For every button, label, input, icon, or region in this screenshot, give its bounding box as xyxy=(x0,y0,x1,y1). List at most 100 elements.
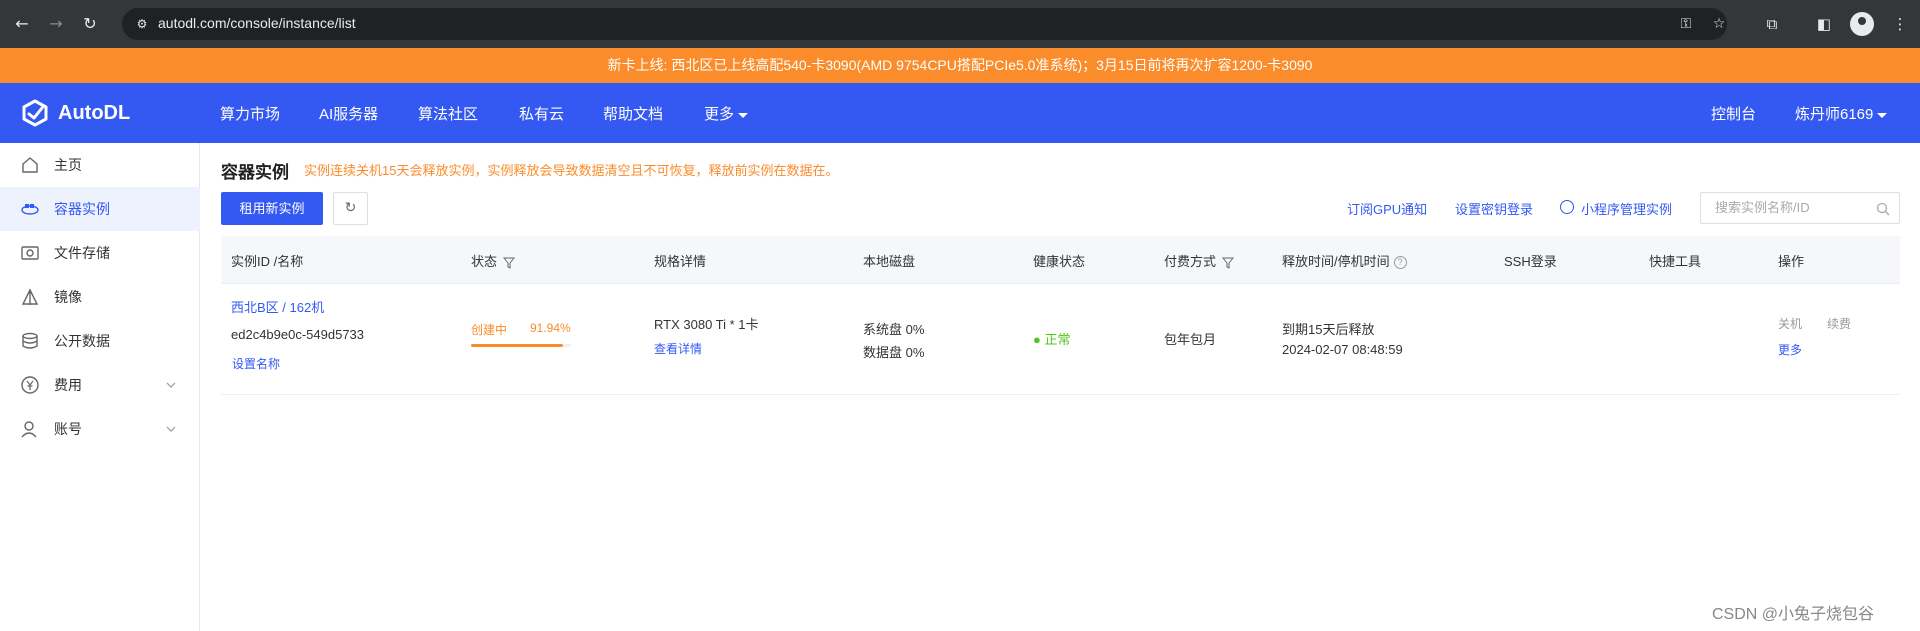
back-icon[interactable]: ← xyxy=(10,12,34,36)
sidebar-item-label: 文件存储 xyxy=(54,245,110,261)
username: 炼丹师6169 xyxy=(1795,106,1874,123)
search-input[interactable] xyxy=(1715,200,1875,215)
set-name-link[interactable]: 设置名称 xyxy=(232,355,280,372)
address-bar[interactable]: ⚙ autodl.com/console/instance/list ⚿ ☆ xyxy=(122,8,1727,40)
col-status-label: 状态 xyxy=(471,254,498,269)
col-billing-label: 付费方式 xyxy=(1164,254,1217,269)
site-info-icon[interactable]: ⚙ xyxy=(134,16,150,32)
mini-program-link[interactable]: 小程序管理实例 xyxy=(1581,199,1672,218)
col-disk: 本地磁盘 xyxy=(863,254,916,269)
disk-data: 数据盘 0% xyxy=(863,345,925,360)
col-release-time: 释放时间/停机时间? xyxy=(1282,251,1407,270)
database-icon xyxy=(22,332,38,349)
yen-icon xyxy=(21,376,39,394)
view-details-link[interactable]: 查看详情 xyxy=(654,340,702,357)
key-icon[interactable]: ⚿ xyxy=(1677,15,1695,33)
sidebar-item-public-data[interactable]: 公开数据 xyxy=(0,319,200,363)
image-icon xyxy=(21,289,39,305)
billing-method: 包年包月 xyxy=(1164,332,1217,347)
disk-system: 系统盘 0% xyxy=(863,322,925,337)
caret-down-icon xyxy=(1877,112,1888,118)
sidebar-item-container[interactable]: 容器实例 xyxy=(0,187,200,231)
nav-item-community[interactable]: 算法社区 xyxy=(418,103,478,124)
menu-kebab-icon[interactable]: ⋮ xyxy=(1888,12,1912,36)
table-header: 实例ID /名称 状态 规格详情 本地磁盘 健康状态 付费方式 释放时间/停机时… xyxy=(221,236,1900,284)
col-status: 状态 xyxy=(471,251,516,270)
refresh-icon: ↻ xyxy=(344,200,357,216)
filter-icon[interactable] xyxy=(503,257,516,269)
nav-item-market[interactable]: 算力市场 xyxy=(220,103,280,124)
brand-logo[interactable]: AutoDL xyxy=(20,98,130,128)
reload-icon[interactable]: ↻ xyxy=(78,12,102,36)
sidebar-item-label: 公开数据 xyxy=(54,333,110,349)
user-menu[interactable]: 炼丹师6169 xyxy=(1795,103,1888,124)
sidebar-item-storage[interactable]: 文件存储 xyxy=(0,231,200,275)
health-status: ● 正常 xyxy=(1033,332,1071,347)
sidebar-item-image[interactable]: 镜像 xyxy=(0,275,200,319)
release-warning: 实例连续关机15天会释放实例，实例释放会导致数据清空且不可恢复，释放前实例在数据… xyxy=(304,163,839,178)
shutdown-button[interactable]: 关机 xyxy=(1778,315,1802,332)
nav-item-ai-server[interactable]: AI服务器 xyxy=(319,103,378,124)
announcement-bar: 新卡上线: 西北区已上线高配540-卡3090(AMD 9754CPU搭配PCI… xyxy=(0,48,1920,83)
user-icon xyxy=(21,421,37,438)
autodl-logo-icon xyxy=(22,99,48,127)
refresh-button[interactable]: ↻ xyxy=(333,192,368,225)
col-spec: 规格详情 xyxy=(654,254,707,269)
col-actions: 操作 xyxy=(1778,254,1805,269)
nav-item-more[interactable]: 更多 xyxy=(704,103,749,124)
rent-new-instance-button[interactable]: 租用新实例 xyxy=(221,192,323,225)
sidebar-item-billing[interactable]: 费用 xyxy=(0,363,200,407)
status-percent: 91.94% xyxy=(530,321,571,335)
brand-name: AutoDL xyxy=(58,101,131,124)
subscribe-gpu-link[interactable]: 订阅GPU通知 xyxy=(1347,199,1427,218)
col-tools: 快捷工具 xyxy=(1649,254,1702,269)
browser-toolbar: ← → ↻ ⚙ autodl.com/console/instance/list… xyxy=(0,0,1920,48)
more-actions-link[interactable]: 更多 xyxy=(1778,341,1802,358)
col-health: 健康状态 xyxy=(1033,254,1086,269)
profile-avatar[interactable] xyxy=(1850,12,1874,36)
ssh-key-link[interactable]: 设置密钥登录 xyxy=(1455,199,1533,218)
spec-gpu: RTX 3080 Ti * 1卡 xyxy=(654,317,759,332)
creation-progress xyxy=(471,344,571,347)
home-icon xyxy=(22,157,38,173)
search-icon[interactable] xyxy=(1876,202,1890,216)
sidebar: 主页 容器实例 文件存储 镜像 公开数据 费用 账号 xyxy=(0,143,200,631)
sidebar-item-label: 账号 xyxy=(54,421,82,437)
sidebar-item-label: 容器实例 xyxy=(54,201,110,217)
col-instance-id: 实例ID /名称 xyxy=(231,254,304,269)
instance-id: ed2c4b9e0c-549d5733 xyxy=(231,327,365,342)
sidebar-item-label: 主页 xyxy=(54,157,82,173)
help-icon[interactable]: ? xyxy=(1393,256,1407,270)
progress-fill xyxy=(471,344,563,347)
nav-more-label: 更多 xyxy=(704,106,735,123)
nav-console[interactable]: 控制台 xyxy=(1711,103,1756,124)
container-icon xyxy=(21,204,39,215)
nav-item-docs[interactable]: 帮助文档 xyxy=(603,103,663,124)
sidebar-item-account[interactable]: 账号 xyxy=(0,407,200,451)
filter-icon[interactable] xyxy=(1222,257,1235,269)
chevron-down-icon xyxy=(166,426,176,432)
release-time: 2024-02-07 08:48:59 xyxy=(1282,342,1403,357)
chevron-down-icon xyxy=(166,382,176,388)
extensions-icon[interactable]: ⧉ xyxy=(1760,12,1784,36)
sidebar-item-label: 费用 xyxy=(54,377,82,393)
side-panel-icon[interactable]: ◧ xyxy=(1812,12,1836,36)
star-icon[interactable]: ☆ xyxy=(1710,15,1728,33)
forward-icon[interactable]: → xyxy=(44,12,68,36)
release-note: 到期15天后释放 xyxy=(1282,322,1375,337)
top-navigation: AutoDL 算力市场 AI服务器 算法社区 私有云 帮助文档 更多 控制台 炼… xyxy=(0,83,1920,143)
storage-icon xyxy=(21,246,39,260)
caret-down-icon xyxy=(738,112,749,118)
url-text[interactable]: autodl.com/console/instance/list xyxy=(158,15,356,31)
renew-button[interactable]: 续费 xyxy=(1827,315,1851,332)
instance-region-name[interactable]: 西北B区 / 162机 xyxy=(231,297,324,316)
status-text: 创建中 xyxy=(471,323,508,337)
col-ssh: SSH登录 xyxy=(1504,254,1557,269)
instance-search[interactable] xyxy=(1700,192,1900,224)
sidebar-item-label: 镜像 xyxy=(54,289,82,305)
nav-item-private-cloud[interactable]: 私有云 xyxy=(519,103,564,124)
table-row: 西北B区 / 162机 ed2c4b9e0c-549d5733 设置名称 创建中… xyxy=(221,284,1900,395)
sidebar-item-home[interactable]: 主页 xyxy=(0,143,200,187)
col-release-label: 释放时间/停机时间 xyxy=(1282,254,1390,269)
mini-program-icon xyxy=(1560,200,1574,214)
